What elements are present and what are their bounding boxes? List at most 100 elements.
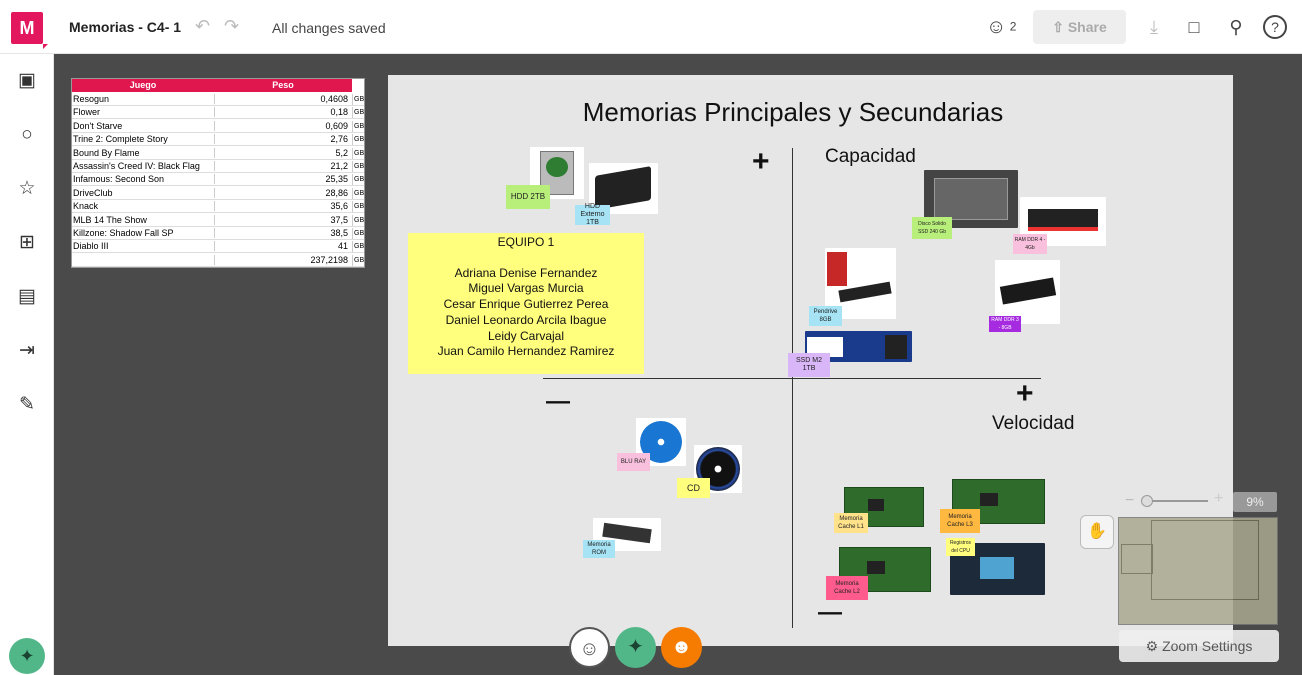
undo-icon[interactable]: ↶ — [195, 16, 210, 37]
cell-juego[interactable]: MLB 14 The Show — [73, 215, 213, 225]
cell-unit[interactable]: GB — [352, 94, 364, 105]
note-registros-cpu[interactable]: Registros del CPU — [946, 538, 975, 556]
cell-juego[interactable]: Infamous: Second Son — [73, 174, 213, 184]
cell-peso[interactable]: 237,2198 — [214, 254, 350, 265]
pendrive-box-shape — [827, 252, 847, 286]
cell-peso[interactable]: 0,18 — [214, 107, 350, 118]
image-icon[interactable]: ▤ — [14, 284, 40, 310]
table-row[interactable]: Killzone: Shadow Fall SP 38,5 GB — [72, 227, 364, 240]
minimap[interactable] — [1118, 517, 1278, 625]
note-rom[interactable]: Memoria ROM — [583, 540, 615, 558]
redo-icon[interactable]: ↷ — [224, 16, 239, 37]
table-row[interactable]: Infamous: Second Son 25,35 GB — [72, 173, 364, 187]
reaction-smiley-icon[interactable]: ☺ — [569, 627, 610, 668]
note-cache-l1[interactable]: Memoria Cache L1 — [834, 513, 868, 533]
table-row[interactable]: Resogun 0,4608 GB — [72, 93, 364, 106]
cell-unit[interactable]: GB — [352, 241, 364, 253]
cell-unit[interactable]: GB — [352, 174, 364, 186]
shapes-icon[interactable]: ○ — [14, 122, 40, 148]
table-row[interactable]: Bound By Flame 5,2 GB — [72, 147, 364, 160]
table-row[interactable]: MLB 14 The Show 37,5 GB — [72, 214, 364, 227]
table-row[interactable]: Don't Starve 0,609 GB — [72, 120, 364, 133]
cell-unit[interactable]: GB — [352, 107, 364, 119]
cell-unit[interactable]: GB — [352, 214, 364, 226]
zoom-percentage[interactable]: 9% — [1233, 492, 1277, 512]
games-spreadsheet[interactable]: Juego Peso Resogun 0,4608 GB Flower 0,18 GB Do… — [71, 78, 365, 268]
cell-unit[interactable]: GB — [352, 187, 364, 199]
collaborator-avatar[interactable]: ✦ — [615, 627, 656, 668]
comments-icon[interactable]: □ — [1182, 15, 1206, 39]
cell-juego[interactable]: Knack — [73, 201, 213, 211]
table-row[interactable]: Knack 35,6 GB — [72, 200, 364, 214]
cell-unit[interactable]: GB — [352, 228, 364, 239]
download-icon[interactable]: ⤓ — [1142, 15, 1166, 39]
zoom-slider-handle[interactable] — [1141, 495, 1153, 507]
star-icon[interactable]: ☆ — [14, 176, 40, 202]
cell-peso[interactable]: 0,609 — [214, 120, 350, 131]
cell-unit[interactable]: GB — [352, 254, 364, 266]
cell-juego[interactable]: Bound By Flame — [73, 148, 213, 158]
note-ram-ddr3[interactable]: RAM DDR 3 - 8GB — [989, 316, 1021, 332]
sticky-note-icon[interactable]: ▣ — [14, 68, 40, 94]
note-hdd-2tb[interactable]: HDD 2TB — [506, 185, 550, 209]
app-logo[interactable]: M — [11, 12, 48, 49]
cell-peso[interactable]: 2,76 — [214, 134, 350, 145]
speed-plus: + — [1016, 377, 1034, 410]
note-ssd-240[interactable]: Disco Solido SSD 240 Gb — [912, 217, 952, 239]
cell-peso[interactable]: 37,5 — [214, 214, 350, 225]
zoom-in-button[interactable]: + — [1214, 490, 1223, 508]
frame-grid-icon[interactable]: ⊞ — [14, 230, 40, 256]
cell-juego[interactable]: Flower — [73, 107, 213, 117]
team-member: Adriana Denise Fernandez — [454, 265, 598, 280]
cell-unit[interactable]: GB — [352, 201, 364, 213]
avatar[interactable]: ✦ — [9, 638, 45, 674]
help-icon[interactable]: ? — [1263, 15, 1287, 39]
cell-juego[interactable]: Assassin's Creed IV: Black Flag — [73, 161, 213, 171]
note-ram-ddr4[interactable]: RAM DDR 4 - 4Gb — [1013, 234, 1047, 254]
pen-icon[interactable]: ✎ — [14, 392, 40, 418]
cat-avatar-icon[interactable]: ☻ — [661, 627, 702, 668]
note-ssd-m2[interactable]: SSD M2 1TB — [788, 353, 830, 377]
note-bluray[interactable]: BLU RAY — [617, 453, 650, 471]
note-hdd-externo[interactable]: HDD Externo 1TB — [575, 203, 610, 226]
note-cd[interactable]: CD — [677, 478, 710, 498]
note-cache-l3[interactable]: Memoria Cache L3 — [940, 509, 980, 533]
cell-juego[interactable]: Trine 2: Complete Story — [73, 134, 213, 144]
cell-unit[interactable]: GB — [352, 134, 364, 146]
cell-juego[interactable]: Don't Starve — [73, 121, 213, 131]
cell-peso[interactable]: 28,86 — [214, 187, 350, 198]
search-comments-icon[interactable]: ⚲ — [1224, 15, 1248, 39]
cell-juego[interactable]: Killzone: Shadow Fall SP — [73, 228, 213, 238]
table-row[interactable]: Assassin's Creed IV: Black Flag 21,2 GB — [72, 160, 364, 173]
cell-peso[interactable]: 38,5 — [214, 228, 350, 238]
cell-unit[interactable]: GB — [352, 161, 364, 172]
board-title[interactable]: Memorias - C4- 1 — [69, 19, 181, 35]
zoom-settings-button[interactable]: ⚙ Zoom Settings — [1119, 630, 1279, 662]
cell-unit[interactable]: GB — [352, 147, 364, 159]
cell-juego[interactable]: Diablo III — [73, 241, 213, 251]
note-cache-l2[interactable]: Memoria Cache L2 — [826, 576, 868, 600]
table-row[interactable]: Diablo III 41 GB — [72, 240, 364, 254]
cell-peso[interactable]: 0,4608 — [214, 94, 350, 104]
note-pendrive[interactable]: Pendrive 8GB — [809, 306, 842, 326]
cell-peso[interactable]: 21,2 — [214, 161, 350, 171]
ram-ddr3-image[interactable] — [995, 260, 1060, 324]
import-icon[interactable]: ⇥ — [14, 338, 40, 364]
cell-juego[interactable]: DriveClub — [73, 188, 213, 198]
share-button[interactable]: ⇧ Share — [1033, 10, 1126, 44]
table-row[interactable]: 237,2198 GB — [72, 254, 364, 267]
cell-unit[interactable]: GB — [352, 120, 364, 132]
table-row[interactable]: DriveClub 28,86 GB — [72, 187, 364, 200]
cell-peso[interactable]: 35,6 — [214, 201, 350, 212]
cell-peso[interactable]: 41 — [214, 241, 350, 252]
hand-tool-icon[interactable]: ✋ — [1080, 515, 1114, 549]
table-row[interactable]: Flower 0,18 GB — [72, 106, 364, 120]
cell-peso[interactable]: 5,2 — [214, 147, 350, 158]
team-sticky-note[interactable]: EQUIPO 1 Adriana Denise Fernandez Miguel… — [408, 233, 644, 374]
table-row[interactable]: Trine 2: Complete Story 2,76 GB — [72, 133, 364, 147]
cell-juego[interactable]: Resogun — [73, 94, 213, 104]
board-frame[interactable]: Memorias Principales y Secundarias + + —… — [388, 75, 1233, 646]
zoom-out-button[interactable]: − — [1125, 492, 1134, 510]
cell-peso[interactable]: 25,35 — [214, 174, 350, 185]
users-count[interactable]: ☺ 2 — [986, 16, 1016, 39]
